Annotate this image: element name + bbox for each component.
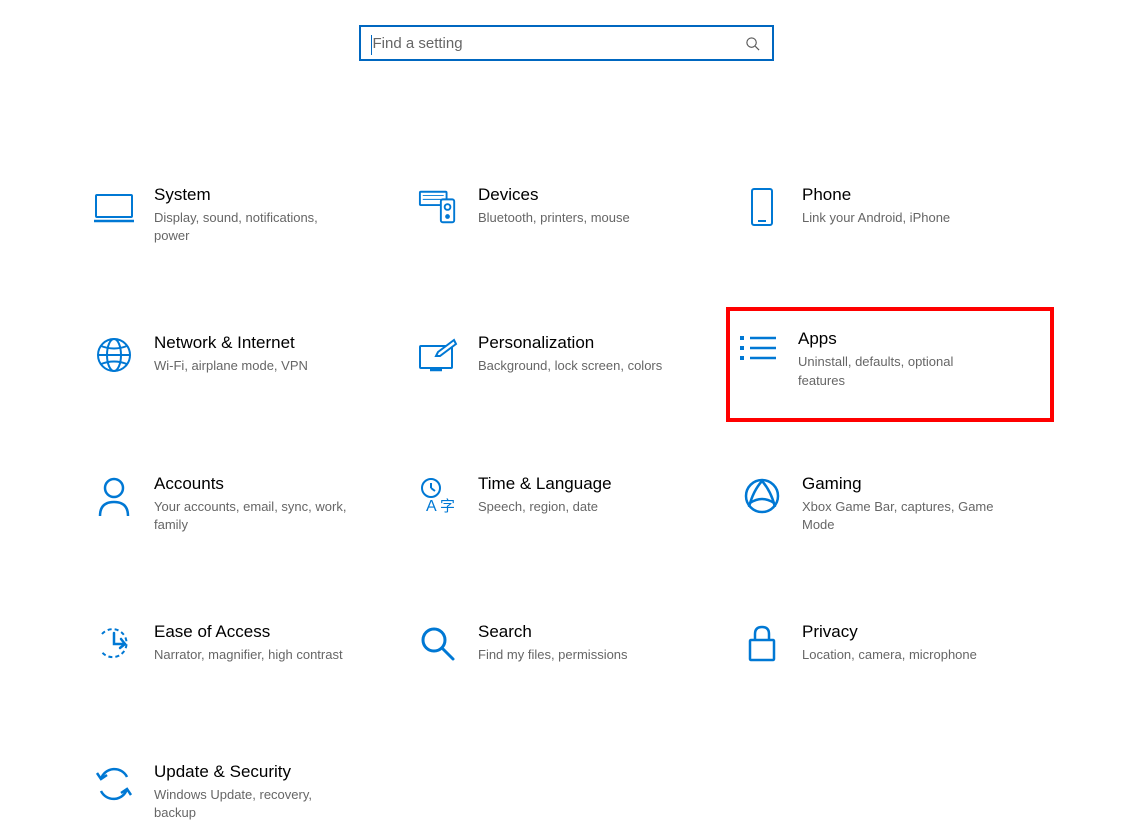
category-accounts[interactable]: Accounts Your accounts, email, sync, wor… [90,470,394,538]
category-desc: Location, camera, microphone [802,646,977,664]
category-title: Privacy [802,622,977,642]
category-desc: Windows Update, recovery, backup [154,786,349,822]
category-desc: Wi-Fi, airplane mode, VPN [154,357,308,375]
category-title: Update & Security [154,762,349,782]
category-time[interactable]: A 字 Time & Language Speech, region, date [414,470,718,538]
devices-icon [418,187,458,227]
category-title: Phone [802,185,950,205]
system-icon [94,187,134,227]
category-title: Network & Internet [154,333,308,353]
update-icon [94,764,134,804]
search-icon [745,36,760,51]
phone-icon [742,187,782,227]
lock-icon [742,624,782,664]
category-desc: Bluetooth, printers, mouse [478,209,630,227]
category-gaming[interactable]: Gaming Xbox Game Bar, captures, Game Mod… [738,470,1042,538]
category-title: System [154,185,349,205]
category-title: Devices [478,185,630,205]
category-phone[interactable]: Phone Link your Android, iPhone [738,181,1042,249]
personalization-icon [418,335,458,375]
svg-text:A: A [426,498,437,515]
text-cursor [371,35,372,55]
accounts-icon [94,476,134,516]
category-desc: Background, lock screen, colors [478,357,662,375]
category-network[interactable]: Network & Internet Wi-Fi, airplane mode,… [90,329,394,389]
category-title: Apps [798,329,993,349]
category-title: Gaming [802,474,997,494]
category-title: Ease of Access [154,622,343,642]
category-desc: Uninstall, defaults, optional features [798,353,993,389]
category-title: Personalization [478,333,662,353]
search-box[interactable] [359,25,774,61]
category-search[interactable]: Search Find my files, permissions [414,618,718,678]
time-language-icon: A 字 [418,476,458,516]
ease-of-access-icon [94,624,134,664]
svg-text:字: 字 [440,498,455,515]
category-title: Accounts [154,474,349,494]
category-title: Time & Language [478,474,612,494]
category-update[interactable]: Update & Security Windows Update, recove… [90,758,394,826]
search-input[interactable] [373,35,745,52]
categories-grid: System Display, sound, notifications, po… [0,71,1132,827]
search-category-icon [418,624,458,664]
category-personalization[interactable]: Personalization Background, lock screen,… [414,329,718,389]
apps-icon [738,331,778,371]
category-desc: Narrator, magnifier, high contrast [154,646,343,664]
category-desc: Speech, region, date [478,498,612,516]
category-privacy[interactable]: Privacy Location, camera, microphone [738,618,1042,678]
category-system[interactable]: System Display, sound, notifications, po… [90,181,394,249]
category-devices[interactable]: Devices Bluetooth, printers, mouse [414,181,718,249]
category-desc: Link your Android, iPhone [802,209,950,227]
category-ease[interactable]: Ease of Access Narrator, magnifier, high… [90,618,394,678]
category-desc: Display, sound, notifications, power [154,209,349,245]
gaming-icon [742,476,782,516]
category-desc: Your accounts, email, sync, work, family [154,498,349,534]
category-title: Search [478,622,628,642]
search-container [0,0,1132,71]
globe-icon [94,335,134,375]
category-desc: Xbox Game Bar, captures, Game Mode [802,498,997,534]
category-apps[interactable]: Apps Uninstall, defaults, optional featu… [726,307,1054,421]
category-desc: Find my files, permissions [478,646,628,664]
